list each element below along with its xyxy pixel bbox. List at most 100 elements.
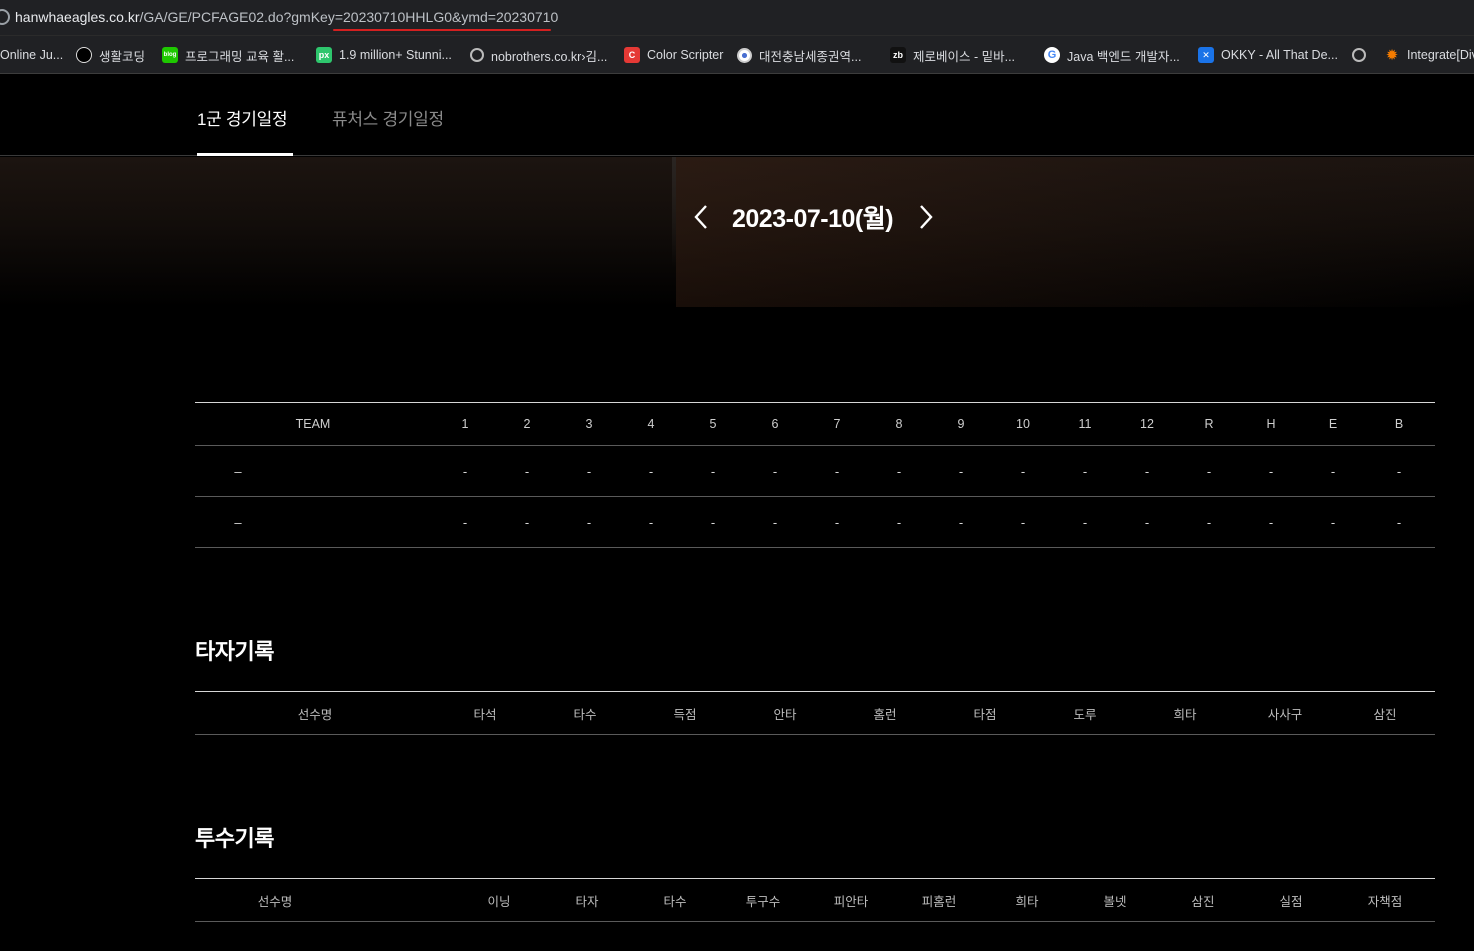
score-cell: -: [896, 514, 902, 530]
batting-column-header: 타석: [473, 707, 497, 722]
bookmark-label: 1.9 million+ Stunni...: [339, 48, 452, 62]
hero-seam: [672, 157, 676, 267]
bookmark-label: Color Scripter: [647, 48, 724, 62]
score-cell: -: [1396, 514, 1402, 530]
batting-column-header: 타점: [973, 707, 997, 722]
bookmark-label: Java 백엔드 개발자...: [1067, 49, 1180, 64]
score-cell: -: [462, 463, 468, 479]
pitching-column-header: 피안타: [833, 894, 869, 909]
pitching-column-header: 삼진: [1191, 894, 1215, 909]
score-cell: -: [586, 463, 592, 479]
score-cell: -: [586, 514, 592, 530]
score-cell: -: [1020, 514, 1026, 530]
browser-url-bar[interactable]: hanwhaeagles.co.kr/GA/GE/PCFAGE02.do?gmK…: [0, 0, 1474, 36]
pitching-column-header: 희타: [1015, 894, 1039, 909]
bookmark-globe[interactable]: [1352, 46, 1373, 64]
bookmark-java-backend[interactable]: G Java 백엔드 개발자...: [1044, 46, 1180, 64]
score-cell: -: [772, 463, 778, 479]
bookmark-integrate[interactable]: ✹ Integrate[Div: [1384, 46, 1474, 64]
score-cell: -: [1268, 463, 1274, 479]
pitching-column-header: 타자: [575, 894, 599, 909]
inning-header: 8: [895, 417, 903, 431]
bookmark-daejeon[interactable]: 대전충남세종권역...: [737, 46, 861, 64]
bookmark-online-judge[interactable]: Online Ju...: [0, 46, 63, 64]
inning-header: 3: [585, 417, 593, 431]
batting-column-header: 홈런: [873, 707, 897, 722]
site-info-icon[interactable]: [0, 9, 10, 25]
score-cell: -: [462, 514, 468, 530]
blog-icon: blog: [162, 47, 178, 63]
batting-column-header: 희타: [1173, 707, 1197, 722]
url-annotation-underline: [333, 29, 551, 31]
bookmark-programming-edu[interactable]: blog 프로그래밍 교육 활...: [162, 46, 294, 64]
scoreboard-table: TEAM 1 2 3 4 5 6 7 8 9 10 11 12 R H E B – - - - - - - - - - - - - - - - -…: [195, 402, 1435, 548]
bookmark-opentutorials[interactable]: 생활코딩: [76, 46, 145, 64]
inning-header: 12: [1140, 417, 1154, 431]
inning-header: 10: [1016, 417, 1030, 431]
scoreboard-row: – - - - - - - - - - - - - - - - -: [195, 497, 1435, 548]
schedule-tabs: 1군 경기일정 퓨처스 경기일정: [0, 75, 1474, 156]
prev-date-button[interactable]: [690, 200, 712, 234]
score-cell: -: [1206, 463, 1212, 479]
inning-header: 6: [771, 417, 779, 431]
score-cell: -: [958, 514, 964, 530]
next-date-button[interactable]: [915, 200, 937, 234]
score-cell: -: [834, 463, 840, 479]
inning-header: 4: [647, 417, 655, 431]
bookmark-color-scripter[interactable]: C Color Scripter: [624, 46, 723, 64]
inning-header: 1: [461, 417, 469, 431]
pitching-column-header: 타수: [663, 894, 687, 909]
inning-header: B: [1394, 417, 1404, 431]
score-cell: -: [1330, 463, 1336, 479]
batting-column-header: 삼진: [1373, 707, 1397, 722]
batting-column-header: 선수명: [297, 707, 333, 722]
inning-header: H: [1266, 417, 1276, 431]
circle-icon: [76, 47, 92, 63]
team-header: TEAM: [295, 417, 331, 431]
bookmark-zerobase[interactable]: zb 제로베이스 - 밑바...: [890, 46, 1015, 64]
score-cell: -: [648, 463, 654, 479]
team-name: –: [234, 463, 242, 479]
pitching-column-header: 이닝: [487, 894, 511, 909]
active-tab-indicator: [197, 153, 293, 156]
batting-column-header: 사사구: [1267, 707, 1303, 722]
bookmarks-bar: Online Ju... 생활코딩 blog 프로그래밍 교육 활... px …: [0, 36, 1474, 74]
globe-icon: [470, 48, 484, 62]
date-navigator: 2023-07-10(월): [690, 200, 937, 234]
google-icon: G: [1044, 47, 1060, 63]
batting-title: 타자기록: [195, 639, 274, 664]
target-icon: [737, 47, 752, 63]
bookmark-nobrothers[interactable]: nobrothers.co.kr›김...: [470, 46, 607, 64]
score-cell: -: [1144, 514, 1150, 530]
score-cell: -: [834, 514, 840, 530]
score-cell: -: [1144, 463, 1150, 479]
inning-header: 5: [709, 417, 717, 431]
current-date: 2023-07-10(월): [732, 205, 894, 233]
score-cell: -: [1206, 514, 1212, 530]
batting-column-header: 득점: [673, 707, 697, 722]
score-cell: -: [524, 463, 530, 479]
inning-header: 9: [957, 417, 965, 431]
chevron-left-icon: [694, 205, 707, 229]
bookmark-pixabay[interactable]: px 1.9 million+ Stunni...: [316, 46, 452, 64]
bookmark-label: 제로베이스 - 밑바...: [913, 49, 1016, 64]
score-cell: -: [1330, 514, 1336, 530]
inning-header: 2: [523, 417, 531, 431]
globe-icon: [1352, 48, 1366, 62]
tab-futures[interactable]: 퓨처스 경기일정: [332, 105, 444, 130]
bookmark-label: 생활코딩: [99, 49, 146, 64]
scoreboard-header-row: TEAM 1 2 3 4 5 6 7 8 9 10 11 12 R H E B: [195, 403, 1435, 446]
batting-column-header: 타수: [573, 707, 597, 722]
bookmark-label: OKKY - All That De...: [1221, 48, 1338, 62]
bookmark-okky[interactable]: ✕ OKKY - All That De...: [1198, 46, 1338, 64]
score-cell: -: [524, 514, 530, 530]
pitching-column-header: 실점: [1279, 894, 1303, 909]
url-text[interactable]: hanwhaeagles.co.kr/GA/GE/PCFAGE02.do?gmK…: [15, 9, 558, 25]
inning-header: 7: [833, 417, 841, 431]
bookmark-label: 대전충남세종권역...: [759, 49, 862, 64]
px-icon: px: [316, 47, 332, 63]
batting-table: 선수명 타석 타수 득점 안타 홈런 타점 도루 희타 사사구 삼진: [195, 691, 1435, 735]
gear-icon: ✹: [1385, 47, 1399, 64]
score-cell: -: [958, 463, 964, 479]
tab-first-team[interactable]: 1군 경기일정: [197, 105, 288, 130]
